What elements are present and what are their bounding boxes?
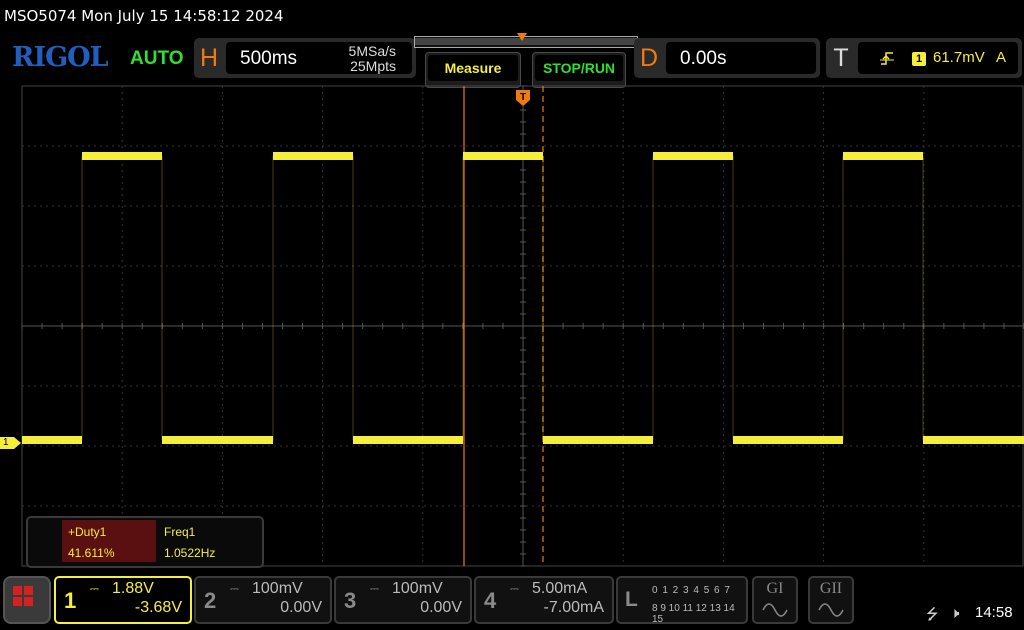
channel-1-scale: 1.88V (112, 580, 154, 597)
duty-measurement[interactable]: +Duty1 41.611% (62, 520, 156, 562)
measure-button[interactable]: Measure (425, 52, 521, 88)
trigger-readout: 1 61.7mV A (858, 42, 1018, 74)
toolbar: RIGOL AUTO H 500ms 5MSa/s 25Mpts Measure… (0, 33, 1024, 88)
logic-analyzer-box[interactable]: L 0 1 2 3 4 5 6 7 8 9 10 11 12 13 14 15 (616, 576, 748, 625)
timebase-value: 500ms (240, 48, 298, 69)
channel-1-trace-high (653, 152, 733, 160)
channel-1-marker-label: 1 (3, 437, 9, 448)
generator-2-button[interactable]: GII (808, 576, 854, 624)
stop-run-button-label: STOP/RUN (535, 55, 623, 81)
generator-1-button[interactable]: GI (752, 576, 798, 624)
memory-depth: 25Mpts (350, 58, 396, 74)
trigger-panel[interactable]: T 1 61.7mV A (826, 38, 1022, 78)
speaker-muted-icon[interactable]: 🕨 (950, 604, 959, 622)
channel-4-box[interactable]: 4 ⎓ 5.00mA -7.00mA (474, 576, 614, 624)
freq-value: 1.0522Hz (164, 546, 216, 560)
sine-wave-icon (762, 603, 788, 617)
dc-coupling-icon: ⎓ (90, 583, 99, 595)
channel-1-trace-low (353, 436, 463, 444)
channel-1-box[interactable]: 1 ⎓ 1.88V -3.68V (54, 576, 192, 624)
channel-1-offset-marker[interactable]: 1 (0, 435, 22, 451)
channel-1-trace-high (82, 152, 162, 160)
delay-readout: 0.00s (666, 42, 816, 74)
main-menu-button[interactable] (3, 576, 51, 624)
sample-rate: 5MSa/s (348, 43, 396, 59)
duty-label: +Duty1 (68, 525, 107, 539)
trigger-position-icon (517, 33, 527, 41)
channel-4-number: 4 (484, 588, 497, 613)
horizontal-readout: 500ms 5MSa/s 25Mpts (226, 42, 412, 74)
trigger-mode-indicator[interactable]: AUTO (130, 48, 183, 70)
channel-3-offset: 0.00V (420, 599, 462, 616)
frequency-measurement[interactable]: Freq1 1.0522Hz (158, 520, 252, 562)
rising-edge-icon (880, 50, 894, 70)
trigger-marker-label: T (520, 92, 526, 103)
logic-channels-row-2: 8 9 10 11 12 13 14 15 (652, 603, 735, 625)
measurement-panel[interactable]: +Duty1 41.611% Freq1 1.0522Hz (26, 516, 264, 568)
logic-channels-row-1: 0 1 2 3 4 5 6 7 (652, 585, 731, 596)
stop-run-button[interactable]: STOP/RUN (532, 52, 626, 88)
horizontal-label: H (199, 44, 219, 72)
logic-label: L (625, 588, 638, 611)
model-date-text: MSO5074 Mon July 15 14:58:12 2024 (4, 7, 284, 25)
dc-coupling-icon: ⎓ (510, 583, 519, 595)
status-line: MSO5074 Mon July 15 14:58:12 2024 (0, 0, 1024, 34)
horizontal-panel[interactable]: H 500ms 5MSa/s 25Mpts (194, 38, 416, 78)
channel-1-trace-high (843, 152, 923, 160)
channel-4-scale: 5.00mA (532, 580, 588, 597)
system-clock: 14:58 (975, 604, 1013, 621)
channel-1-trace-high (463, 152, 543, 160)
channel-1-offset: -3.68V (134, 599, 182, 616)
brand-logo: RIGOL (12, 42, 109, 73)
trigger-label: T (833, 44, 849, 72)
usb-icon: ⭍ (926, 605, 939, 623)
sine-wave-icon (818, 603, 844, 617)
memory-position-bar (414, 33, 638, 48)
channel-1-trace-low (162, 436, 273, 444)
channel-1-trace-low (22, 436, 82, 444)
channel-2-offset: 0.00V (280, 599, 322, 616)
channel-3-box[interactable]: 3 ⎓ 100mV 0.00V (334, 576, 472, 624)
bottom-bar: 1 ⎓ 1.88V -3.68V 2 ⎓ 100mV 0.00V 3 ⎓ 100… (0, 570, 1024, 630)
channel-2-box[interactable]: 2 ⎓ 100mV 0.00V (194, 576, 332, 624)
channel-1-trace-low (543, 436, 653, 444)
channel-1-number: 1 (64, 588, 77, 613)
delay-value: 0.00s (680, 48, 727, 69)
channel-3-number: 3 (344, 588, 357, 613)
waveform-display[interactable]: T 1 +Duty1 41.611% Freq1 1.0522Hz (0, 84, 1024, 570)
channel-4-offset: -7.00mA (543, 599, 604, 616)
delay-label: D (639, 44, 659, 72)
measure-button-label: Measure (428, 55, 518, 81)
trigger-level: 61.7mV (933, 49, 985, 66)
freq-label: Freq1 (164, 525, 196, 539)
trigger-sweep: A (995, 49, 1006, 66)
channel-3-scale: 100mV (392, 580, 443, 597)
channel-1-trace-low (923, 436, 1024, 444)
generator-2-label: GII (819, 580, 843, 597)
channel-2-scale: 100mV (252, 580, 303, 597)
duty-value: 41.611% (68, 546, 115, 560)
channel-1-trace-high (273, 152, 353, 160)
graticule: T (21, 85, 1024, 567)
dc-coupling-icon: ⎓ (370, 583, 379, 595)
channel-2-number: 2 (204, 588, 217, 613)
dc-coupling-icon: ⎓ (230, 583, 239, 595)
channel-1-trace-low (733, 436, 843, 444)
delay-panel[interactable]: D 0.00s (634, 38, 820, 78)
generator-1-label: GI (766, 580, 784, 597)
trigger-source-badge: 1 (912, 52, 926, 66)
